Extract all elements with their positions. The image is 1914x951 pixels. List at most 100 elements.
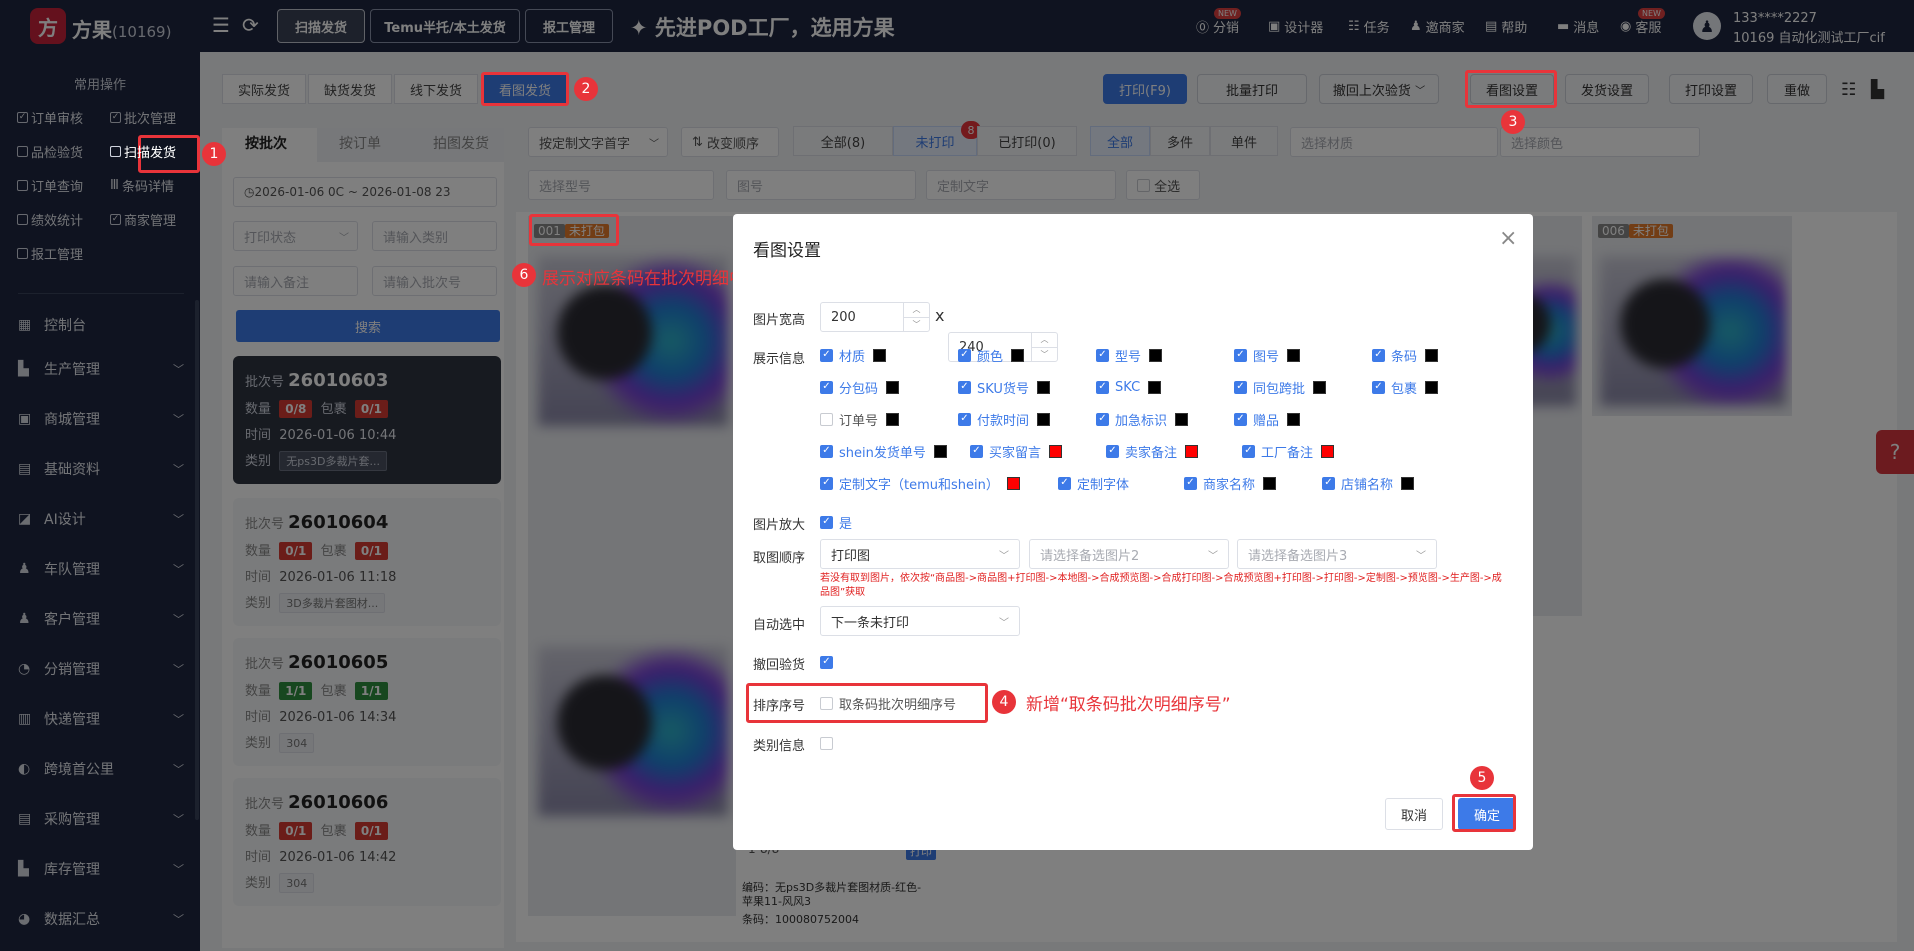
show-option[interactable]: ✓ 材质 (820, 346, 887, 365)
check-icon: ✓ (820, 515, 833, 529)
check-icon: ✓ (958, 348, 971, 362)
chevron-down-icon[interactable]: ﹀ (904, 318, 929, 332)
color-swatch[interactable] (1425, 380, 1439, 394)
check-icon: ✓ (1322, 476, 1335, 490)
color-swatch[interactable] (1037, 412, 1051, 426)
order-label: 取图顺序 (753, 551, 806, 566)
chevron-up-icon[interactable]: ︿ (904, 303, 929, 318)
option-label: 商家名称 (1203, 477, 1256, 493)
show-option[interactable]: ✓ 型号 (1096, 346, 1163, 365)
color-swatch[interactable] (886, 380, 900, 394)
auto-select[interactable]: 下一条未打印 ﹀ (820, 606, 1020, 636)
annotation-box-4 (746, 683, 988, 723)
zoom-checkbox[interactable]: ✓ 是 (820, 513, 852, 532)
annotation-box-6 (529, 214, 619, 246)
color-swatch[interactable] (1287, 348, 1301, 362)
option-label: 同包跨批 (1253, 381, 1306, 397)
show-option[interactable]: ✓ 定制字体 (1058, 474, 1129, 493)
show-option[interactable]: ✓ 同包跨批 (1234, 378, 1327, 397)
show-option[interactable]: ✓ 图号 (1234, 346, 1301, 365)
option-label: 条码 (1391, 349, 1418, 365)
option-label: 买家留言 (989, 445, 1042, 461)
check-icon: ✓ (1096, 412, 1109, 426)
check-icon: ✓ (1184, 476, 1197, 490)
chevron-down-icon: ﹀ (1416, 550, 1426, 562)
color-swatch[interactable] (1185, 444, 1199, 458)
show-option[interactable]: ✓ 买家留言 (970, 442, 1063, 461)
option-label: 卖家备注 (1125, 445, 1178, 461)
color-swatch[interactable] (1036, 380, 1050, 394)
check-icon: ✓ (1096, 380, 1109, 394)
check-icon: ✓ (1234, 380, 1247, 394)
check-icon: ✓ (1234, 348, 1247, 362)
order-hint: 若没有取到图片，依次按“商品图->商品图+打印图->本地图->合成预览图->合成… (820, 573, 1502, 598)
revoke-label: 撤回验货 (753, 658, 806, 673)
category-info-label: 类别信息 (753, 739, 806, 754)
chevron-down-icon: ﹀ (999, 617, 1009, 629)
show-option[interactable]: ✓ 分包码 (820, 378, 900, 397)
show-option[interactable]: ✓ 赠品 (1234, 410, 1301, 429)
color-swatch[interactable] (1006, 476, 1020, 490)
color-swatch[interactable] (1287, 412, 1301, 426)
show-option[interactable]: ✓ SKU货号 (958, 378, 1050, 397)
close-icon[interactable]: × (1499, 226, 1517, 251)
show-option[interactable]: ✓ 条码 (1372, 346, 1439, 365)
option-label: 定制文字（temu和shein） (839, 477, 999, 493)
color-swatch[interactable] (1263, 476, 1277, 490)
color-swatch[interactable] (1175, 412, 1189, 426)
option-label: SKU货号 (977, 381, 1029, 397)
stepper[interactable]: ︿ ﹀ (903, 303, 929, 331)
op-scan-ship-highlight: 扫描发货 (110, 140, 176, 162)
option-label: 材质 (839, 349, 866, 365)
zoom-label: 图片放大 (753, 518, 806, 533)
color-swatch[interactable] (1049, 444, 1063, 458)
check-icon: ✓ (1106, 444, 1119, 458)
color-swatch[interactable] (1149, 348, 1163, 362)
annotation-num-1: 1 (202, 142, 226, 166)
color-swatch[interactable] (886, 412, 900, 426)
check-icon: ✓ (970, 444, 983, 458)
show-option[interactable]: ✓ 颜色 (958, 346, 1025, 365)
color-swatch[interactable] (873, 348, 887, 362)
show-option[interactable]: ✓ 卖家备注 (1106, 442, 1199, 461)
annotation-num-6: 6 (512, 263, 536, 287)
order-select-2[interactable]: 请选择备选图片2 ﹀ (1029, 539, 1229, 569)
image-width-input[interactable]: 200 ︿ ﹀ (820, 302, 930, 332)
show-option[interactable]: ✓ 付款时间 (958, 410, 1051, 429)
show-option[interactable]: ✓ shein发货单号 (820, 442, 947, 461)
show-info-options: ✓ 材质 ✓ 颜色 ✓ 型号 ✓ 图号 ✓ 条码 ✓ 分包码 ✓ SKU货号 ✓ SKC ✓ 同包跨批 ✓ 包裹 订单号… (820, 346, 1520, 493)
color-swatch[interactable] (1313, 380, 1327, 394)
show-option[interactable]: ✓ 工厂备注 (1242, 442, 1335, 461)
cancel-button[interactable]: 取消 (1385, 798, 1443, 830)
color-swatch[interactable] (1401, 476, 1415, 490)
color-swatch[interactable] (1148, 380, 1162, 394)
option-label: 订单号 (839, 413, 879, 429)
color-swatch[interactable] (1011, 348, 1025, 362)
show-option[interactable]: ✓ 定制文字（temu和shein） (820, 474, 1020, 493)
order-select-3[interactable]: 请选择备选图片3 ﹀ (1237, 539, 1437, 569)
option-label: 付款时间 (977, 413, 1030, 429)
show-option[interactable]: ✓ 加急标识 (1096, 410, 1189, 429)
auto-select-label: 自动选中 (753, 618, 806, 633)
show-option[interactable]: ✓ SKC (1096, 378, 1162, 396)
order-select-1[interactable]: 打印图 ﹀ (820, 539, 1020, 569)
option-label: 包裹 (1391, 381, 1418, 397)
color-swatch[interactable] (1425, 348, 1439, 362)
annotation-num-4: 4 (992, 690, 1016, 714)
option-label: SKC (1115, 379, 1141, 395)
color-swatch[interactable] (1321, 444, 1335, 458)
option-label: 图号 (1253, 349, 1280, 365)
show-option[interactable]: ✓ 包裹 (1372, 378, 1439, 397)
annotation-num-5: 5 (1470, 766, 1494, 790)
option-label: shein发货单号 (839, 445, 926, 461)
option-label: 赠品 (1253, 413, 1280, 429)
revoke-checkbox[interactable]: ✓ (820, 653, 833, 671)
check-icon: ✓ (1242, 444, 1255, 458)
show-option[interactable]: ✓ 店铺名称 (1322, 474, 1415, 493)
category-info-checkbox[interactable] (820, 734, 833, 752)
color-swatch[interactable] (933, 444, 947, 458)
option-label: 店铺名称 (1341, 477, 1394, 493)
option-label: 型号 (1115, 349, 1142, 365)
show-option[interactable]: 订单号 (820, 410, 900, 429)
show-option[interactable]: ✓ 商家名称 (1184, 474, 1277, 493)
